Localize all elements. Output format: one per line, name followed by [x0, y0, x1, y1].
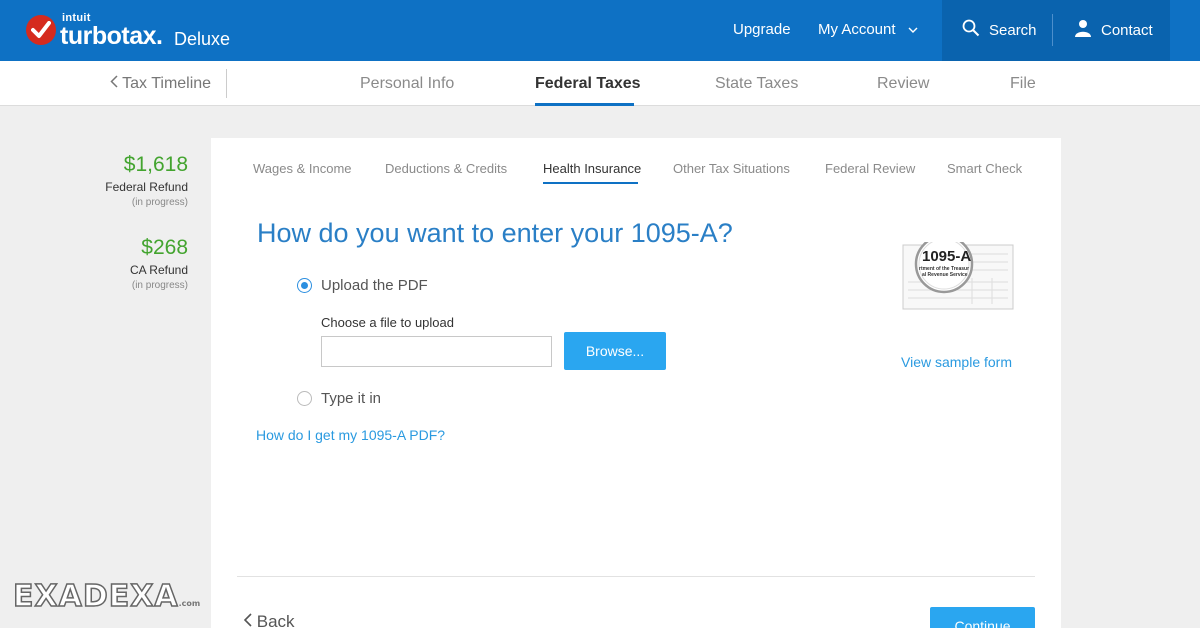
search-icon: [962, 19, 980, 41]
subtab-federal-review[interactable]: Federal Review: [825, 161, 915, 176]
continue-button[interactable]: Continue: [930, 607, 1035, 628]
watermark-text: EXADEXA: [12, 578, 179, 615]
subtab-other-tax-situations[interactable]: Other Tax Situations: [673, 161, 790, 176]
form-badge-caption-2: al Revenue Service: [922, 272, 968, 278]
tax-timeline-link[interactable]: Tax Timeline: [110, 75, 211, 93]
progress-nav: Tax Timeline Personal Info Federal Taxes…: [0, 61, 1200, 106]
back-button[interactable]: Back: [243, 612, 295, 628]
chevron-left-icon: [110, 75, 122, 92]
sample-form-thumbnail[interactable]: 1095-A rtment of the Treasur al Revenue …: [902, 234, 1014, 310]
exadexa-watermark-logo: EXADEXA.com: [12, 578, 201, 615]
my-account-menu[interactable]: My Account: [818, 21, 918, 38]
federal-refund-status: (in progress): [131, 197, 188, 208]
search-button[interactable]: Search: [962, 19, 1037, 41]
top-header: intuit turbotax. Deluxe Upgrade My Accou…: [0, 0, 1200, 61]
federal-refund-summary: $1,618 Federal Refund (in progress): [0, 153, 188, 208]
ca-refund-summary: $268 CA Refund (in progress): [0, 236, 188, 291]
ca-refund-label: CA Refund: [129, 263, 188, 277]
active-subtab-indicator: [543, 182, 638, 184]
tax-timeline-label: Tax Timeline: [122, 75, 212, 92]
view-sample-form-link[interactable]: View sample form: [901, 354, 1012, 370]
tab-personal-info[interactable]: Personal Info: [360, 75, 454, 93]
federal-refund-label: Federal Refund: [105, 180, 188, 194]
federal-refund-amount: $1,618: [123, 153, 188, 176]
footer-divider: [237, 576, 1035, 577]
upload-pdf-label[interactable]: Upload the PDF: [321, 277, 428, 294]
ca-refund-amount: $268: [141, 236, 188, 259]
turbotax-checkmark-icon: [26, 15, 56, 45]
turbotax-wordmark: turbotax.: [60, 22, 163, 50]
watermark-sub: .com: [178, 599, 201, 608]
back-label: Back: [256, 612, 295, 628]
active-tab-indicator: [535, 103, 634, 106]
upload-pdf-radio[interactable]: [297, 278, 312, 293]
contact-button[interactable]: Contact: [1074, 19, 1153, 41]
page-title: How do you want to enter your 1095-A?: [257, 218, 733, 248]
subtab-wages-income[interactable]: Wages & Income: [253, 161, 352, 176]
tab-federal-taxes[interactable]: Federal Taxes: [535, 75, 641, 93]
browse-button[interactable]: Browse...: [564, 332, 666, 370]
file-path-input[interactable]: [321, 336, 552, 367]
ca-refund-status: (in progress): [131, 280, 188, 291]
chevron-left-icon: [243, 612, 257, 628]
contact-label: Contact: [1101, 21, 1153, 39]
type-it-in-label[interactable]: Type it in: [321, 390, 381, 407]
choose-file-label: Choose a file to upload: [321, 315, 454, 330]
subtab-health-insurance[interactable]: Health Insurance: [543, 161, 641, 176]
get-1095a-help-link[interactable]: How do I get my 1095-A PDF?: [256, 427, 445, 443]
person-icon: [1074, 19, 1092, 41]
chevron-down-icon: [908, 21, 918, 38]
form-badge-text: 1095-A: [922, 248, 972, 265]
search-label: Search: [989, 21, 1037, 39]
tab-review[interactable]: Review: [877, 75, 929, 93]
nav-divider: [226, 69, 227, 98]
header-separator: [1052, 14, 1053, 46]
type-it-in-radio[interactable]: [297, 391, 312, 406]
subtab-smart-check[interactable]: Smart Check: [947, 161, 1022, 176]
upgrade-link[interactable]: Upgrade: [733, 21, 791, 38]
edition-label: Deluxe: [174, 29, 231, 49]
tab-state-taxes[interactable]: State Taxes: [715, 75, 798, 93]
my-account-label: My Account: [818, 21, 896, 38]
main-card: Wages & Income Deductions & Credits Heal…: [211, 138, 1061, 628]
subtab-deductions-credits[interactable]: Deductions & Credits: [385, 161, 507, 176]
tab-file[interactable]: File: [1010, 75, 1036, 93]
